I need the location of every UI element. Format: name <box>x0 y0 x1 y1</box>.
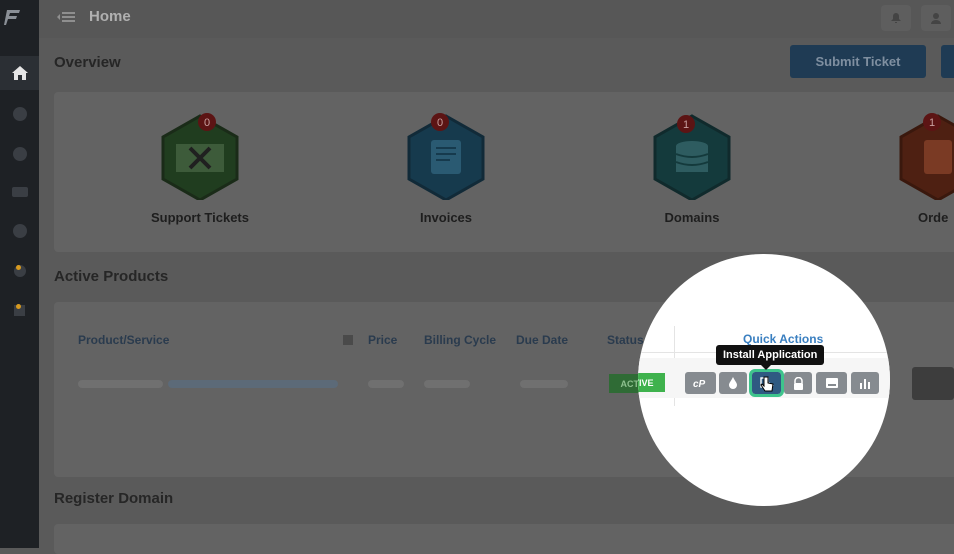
blurred-price <box>368 380 404 388</box>
stat-orders[interactable]: 1 Orde <box>878 110 954 250</box>
col-status[interactable]: Status <box>607 333 644 347</box>
spotlight-zoom: Quick Actions ACTIVE cP Install Applicat… <box>638 254 890 506</box>
stat-label: Invoices <box>419 210 473 225</box>
sidebar-item-services[interactable] <box>0 97 39 131</box>
col-billing-cycle[interactable]: Billing Cycle <box>424 333 496 347</box>
notification-dot <box>16 265 21 270</box>
notifications-button[interactable] <box>881 5 911 31</box>
stat-count: 1 <box>683 119 689 131</box>
manage-button[interactable] <box>912 367 954 400</box>
www-icon <box>12 147 27 161</box>
stat-label: Support Tickets <box>150 210 249 225</box>
stat-label: Orde <box>918 210 949 225</box>
brand-logo-icon <box>4 10 20 25</box>
blurred-due-date <box>520 380 568 388</box>
sort-icon[interactable] <box>343 335 353 345</box>
overview-title: Overview <box>54 54 121 71</box>
stat-count: 0 <box>204 117 210 129</box>
credit-card-icon <box>11 187 28 197</box>
top-bar: Home <box>39 0 954 38</box>
cpanel-icon: cP <box>693 379 706 389</box>
user-menu-button[interactable] <box>921 5 951 31</box>
stat-invoices[interactable]: 0 Invoices <box>386 110 506 250</box>
globe-icon <box>12 107 27 121</box>
lock-icon <box>793 376 803 390</box>
submit-ticket-button[interactable]: Submit Ticket <box>790 45 926 78</box>
blurred-product-link[interactable] <box>168 380 338 388</box>
blurred-product <box>78 380 163 388</box>
sidebar-item-domains[interactable] <box>0 137 39 171</box>
sidebar-item-billing[interactable] <box>0 175 39 209</box>
bar-chart-icon <box>860 378 870 389</box>
blurred-billing <box>424 380 470 388</box>
ssl-button[interactable] <box>784 372 812 394</box>
col-due-date[interactable]: Due Date <box>516 333 568 347</box>
database-icon: 1 <box>653 114 731 202</box>
col-price[interactable]: Price <box>368 333 397 347</box>
stat-count: 0 <box>437 117 443 129</box>
sql-icon <box>825 378 838 388</box>
col-product-service[interactable]: Product/Service <box>78 333 169 347</box>
ticket-tools-icon: 0 <box>161 113 239 202</box>
order-clipboard-icon: 1 <box>899 113 954 202</box>
stats-button[interactable] <box>851 372 879 394</box>
page-title: Home <box>89 8 131 25</box>
pointer-cursor-icon <box>760 376 774 392</box>
lifebuoy-icon <box>12 224 27 238</box>
sidebar-item-support[interactable] <box>0 214 39 248</box>
quick-actions-title: Quick Actions <box>743 332 824 346</box>
stat-count: 1 <box>929 117 935 129</box>
register-domain-title: Register Domain <box>54 490 174 507</box>
sidebar-item-notes[interactable] <box>0 293 39 327</box>
svg-text:cP: cP <box>693 379 706 389</box>
stat-support-tickets[interactable]: 0 Support Tickets <box>140 110 260 250</box>
stat-label: Domains <box>664 210 720 225</box>
notification-dot <box>16 304 21 309</box>
active-products-title: Active Products <box>54 268 169 285</box>
stat-domains[interactable]: 1 Domains <box>632 110 752 250</box>
drop-icon <box>729 377 737 389</box>
database-button[interactable] <box>816 372 847 394</box>
sidebar <box>0 0 39 548</box>
status-badge-zoom: ACTIVE <box>638 373 665 392</box>
cpanel-button[interactable]: cP <box>685 372 716 394</box>
softaculous-button[interactable] <box>719 372 747 394</box>
install-application-tooltip: Install Application <box>716 345 825 370</box>
hamburger-menu-icon[interactable] <box>57 11 75 23</box>
register-domain-panel <box>54 524 954 554</box>
user-icon <box>931 13 941 24</box>
invoice-dollar-icon: 0 <box>407 113 485 202</box>
sidebar-item-home[interactable] <box>0 56 39 90</box>
home-icon <box>11 66 28 80</box>
secondary-action-button[interactable] <box>941 45 954 78</box>
bell-icon <box>891 13 901 23</box>
sidebar-item-affiliates[interactable] <box>0 254 39 288</box>
